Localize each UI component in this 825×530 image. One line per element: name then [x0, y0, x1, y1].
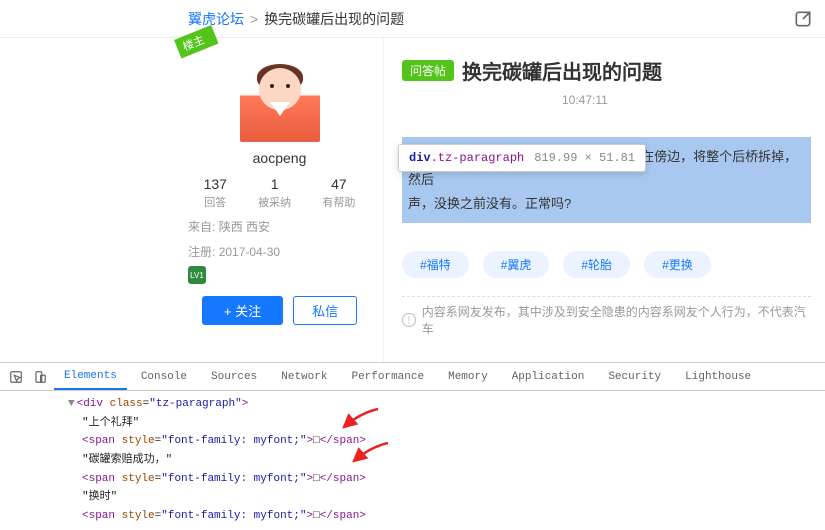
devtools: Elements Console Sources Network Perform… [0, 362, 825, 510]
stat-helpful[interactable]: 47有帮助 [322, 176, 355, 210]
breadcrumb-separator: > [250, 11, 258, 27]
qa-badge: 问答帖 [402, 60, 454, 81]
user-card: 楼主 aocpeng 137回答 1被采纳 47有帮助 来自: 陕西 西安 注册… [176, 38, 384, 362]
tab-application[interactable]: Application [502, 365, 595, 389]
tab-elements[interactable]: Elements [54, 364, 127, 390]
info-icon: ! [402, 313, 416, 327]
tag-row: #福特 #翼虎 #轮胎 #更换 [402, 251, 811, 278]
user-registered: 注册: 2017-04-30 [188, 243, 371, 260]
tab-performance[interactable]: Performance [341, 365, 434, 389]
tab-sources[interactable]: Sources [201, 365, 267, 389]
dom-node[interactable]: ▼<div class="tz-paragraph"> [54, 395, 825, 414]
dom-span-2[interactable]: <span style="font-family: myfont;">□</sp… [54, 470, 825, 489]
dom-text[interactable]: "换时" [54, 488, 825, 507]
devtools-tabbar: Elements Console Sources Network Perform… [0, 363, 825, 391]
user-stats: 137回答 1被采纳 47有帮助 [188, 176, 371, 210]
breadcrumb-link-forum[interactable]: 翼虎论坛 [188, 9, 244, 29]
post-timestamp: 10:47:11 [562, 93, 811, 107]
user-from: 来自: 陕西 西安 [188, 218, 371, 235]
tab-network[interactable]: Network [271, 365, 337, 389]
devtools-dom-tree[interactable]: ▼<div class="tz-paragraph"> "上个礼拜" <span… [0, 391, 825, 530]
tab-console[interactable]: Console [131, 365, 197, 389]
dm-button[interactable]: 私信 [293, 296, 357, 325]
tag-ford[interactable]: #福特 [402, 251, 469, 278]
stat-answers[interactable]: 137回答 [204, 176, 227, 210]
tag-replace[interactable]: #更换 [644, 251, 711, 278]
disclaimer: ! 内容系网友发布，其中涉及到安全隐患的内容系网友个人行为，不代表汽车 [402, 296, 811, 337]
inspect-tooltip: div.tz-paragraph819.99 × 51.81 [398, 144, 646, 172]
tag-kuga[interactable]: #翼虎 [483, 251, 550, 278]
level-badge: LV1 [188, 266, 206, 284]
post-area: 问答帖 换完碳罐后出现的问题 10:47:11 div.tz-paragraph… [384, 38, 825, 362]
tag-tire[interactable]: #轮胎 [563, 251, 630, 278]
tab-lighthouse[interactable]: Lighthouse [675, 365, 761, 389]
dom-text[interactable]: "碳罐索赔成功，" [54, 451, 825, 470]
post-title: 换完碳罐后出现的问题 [462, 56, 662, 85]
inspect-icon[interactable] [6, 367, 26, 387]
dom-text[interactable]: "上个礼拜" [54, 414, 825, 433]
breadcrumb: 翼虎论坛 > 换完碳罐后出现的问题 [0, 0, 825, 38]
username[interactable]: aocpeng [188, 150, 371, 166]
dom-span-1[interactable]: <span style="font-family: myfont;">□</sp… [54, 432, 825, 451]
device-icon[interactable] [30, 367, 50, 387]
breadcrumb-current: 换完碳罐后出现的问题 [264, 9, 404, 29]
follow-button[interactable]: + 关注 [202, 296, 283, 325]
share-icon[interactable] [793, 9, 813, 29]
avatar[interactable] [240, 62, 320, 142]
tab-memory[interactable]: Memory [438, 365, 498, 389]
tab-security[interactable]: Security [598, 365, 671, 389]
stat-accepted[interactable]: 1被采纳 [258, 176, 291, 210]
